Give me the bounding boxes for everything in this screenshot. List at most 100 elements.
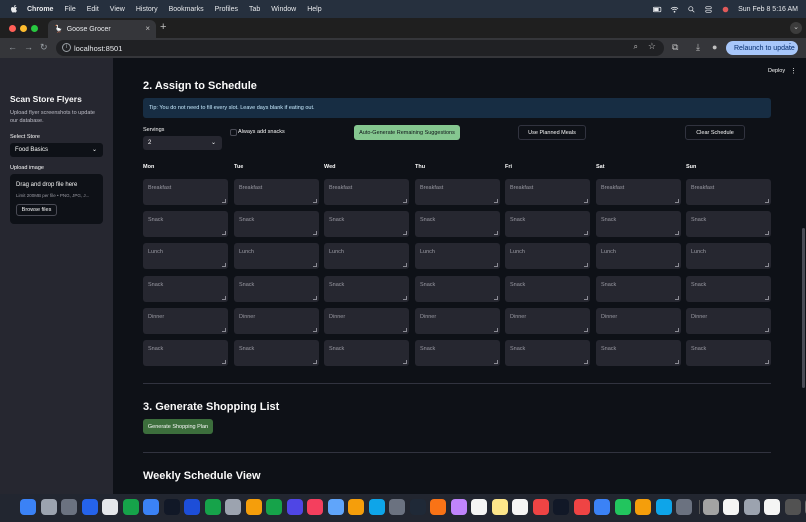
resize-handle-icon[interactable] xyxy=(584,360,588,364)
menu-profiles[interactable]: Profiles xyxy=(215,6,238,13)
menu-file[interactable]: File xyxy=(64,6,75,13)
dock-app-icon[interactable] xyxy=(635,499,651,515)
dock-app-icon[interactable] xyxy=(784,499,801,515)
menu-edit[interactable]: Edit xyxy=(87,6,99,13)
resize-handle-icon[interactable] xyxy=(765,199,769,203)
resize-handle-icon[interactable] xyxy=(403,328,407,332)
dock-app-icon[interactable] xyxy=(491,499,508,515)
servings-select[interactable]: 2 ⌄ xyxy=(143,136,222,150)
resize-handle-icon[interactable] xyxy=(494,263,498,267)
meal-textarea[interactable]: Snack xyxy=(415,211,500,237)
dock-app-icon[interactable] xyxy=(655,499,672,515)
meal-textarea[interactable]: Snack xyxy=(324,211,409,237)
meal-textarea[interactable]: Lunch xyxy=(686,243,771,269)
dock-app-icon[interactable] xyxy=(614,499,631,515)
meal-textarea[interactable]: Lunch xyxy=(234,243,319,269)
meal-textarea[interactable]: Dinner xyxy=(234,308,319,334)
meal-textarea[interactable]: Dinner xyxy=(686,308,771,334)
resize-handle-icon[interactable] xyxy=(313,360,317,364)
meal-textarea[interactable]: Snack xyxy=(596,340,681,366)
meal-textarea[interactable]: Dinner xyxy=(324,308,409,334)
forward-icon[interactable]: → xyxy=(24,42,33,52)
app-menu-icon[interactable]: ⋮ xyxy=(790,67,797,75)
generate-shopping-plan-button[interactable]: Generate Shopping Plan xyxy=(143,419,213,434)
meal-textarea[interactable]: Lunch xyxy=(324,243,409,269)
always-add-snacks-checkbox[interactable] xyxy=(230,129,237,136)
dock-app-icon[interactable] xyxy=(450,499,467,515)
tab-search-icon[interactable]: ⌄ xyxy=(790,22,802,34)
store-select[interactable]: Food Basics ⌄ xyxy=(10,143,103,157)
dock-app-icon[interactable] xyxy=(143,499,159,515)
wifi-icon[interactable] xyxy=(670,6,679,13)
dock-app-icon[interactable] xyxy=(307,499,323,515)
browser-tab[interactable]: 🪿 Goose Grocer × xyxy=(48,20,156,38)
reload-icon[interactable]: ↻ xyxy=(40,42,48,53)
clear-schedule-button[interactable]: Clear Schedule xyxy=(685,125,745,140)
dock-app-icon[interactable] xyxy=(266,499,282,515)
menu-history[interactable]: History xyxy=(136,6,158,13)
menu-view[interactable]: View xyxy=(110,6,125,13)
zoom-window-icon[interactable] xyxy=(31,25,38,32)
resize-handle-icon[interactable] xyxy=(675,263,679,267)
dock-app-icon[interactable] xyxy=(286,499,303,515)
battery-icon[interactable] xyxy=(653,6,662,13)
resize-handle-icon[interactable] xyxy=(494,360,498,364)
dock-app-icon[interactable] xyxy=(20,499,36,515)
meal-textarea[interactable]: Lunch xyxy=(505,243,590,269)
menu-window[interactable]: Window xyxy=(271,6,296,13)
new-tab-icon[interactable]: + xyxy=(160,21,166,33)
dock-app-icon[interactable] xyxy=(348,499,364,515)
resize-handle-icon[interactable] xyxy=(313,328,317,332)
dock-app-icon[interactable] xyxy=(723,499,739,515)
resize-handle-icon[interactable] xyxy=(494,296,498,300)
meal-textarea[interactable]: Breakfast xyxy=(686,179,771,205)
meal-textarea[interactable]: Snack xyxy=(234,211,319,237)
address-bar[interactable]: i localhost:8501 ⌕ ☆ xyxy=(56,40,664,56)
resize-handle-icon[interactable] xyxy=(403,360,407,364)
close-window-icon[interactable] xyxy=(9,25,16,32)
meal-textarea[interactable]: Snack xyxy=(324,340,409,366)
apple-icon[interactable] xyxy=(9,4,19,14)
meal-textarea[interactable]: Snack xyxy=(415,276,500,302)
resize-handle-icon[interactable] xyxy=(313,263,317,267)
dock-app-icon[interactable] xyxy=(743,499,760,515)
resize-handle-icon[interactable] xyxy=(494,231,498,235)
resize-handle-icon[interactable] xyxy=(584,231,588,235)
download-icon[interactable]: ⤓ xyxy=(696,42,700,53)
dock-app-icon[interactable] xyxy=(389,499,405,515)
resize-handle-icon[interactable] xyxy=(584,328,588,332)
resize-handle-icon[interactable] xyxy=(494,328,498,332)
dock-app-icon[interactable] xyxy=(702,499,719,515)
meal-textarea[interactable]: Snack xyxy=(415,340,500,366)
dock-app-icon[interactable] xyxy=(81,499,98,515)
menu-help[interactable]: Help xyxy=(307,6,321,13)
meal-textarea[interactable]: Snack xyxy=(686,276,771,302)
zoom-icon[interactable]: ⌕ xyxy=(634,42,638,52)
meal-textarea[interactable]: Snack xyxy=(686,340,771,366)
dock-app-icon[interactable] xyxy=(327,499,344,515)
resize-handle-icon[interactable] xyxy=(313,296,317,300)
meal-textarea[interactable]: Snack xyxy=(143,340,228,366)
resize-handle-icon[interactable] xyxy=(765,328,769,332)
profile-avatar-icon[interactable]: ● xyxy=(712,42,717,52)
dock-app-icon[interactable] xyxy=(553,499,569,515)
resize-handle-icon[interactable] xyxy=(765,360,769,364)
dock-app-icon[interactable] xyxy=(409,499,426,515)
deploy-button[interactable]: Deploy xyxy=(768,68,785,74)
meal-textarea[interactable]: Lunch xyxy=(596,243,681,269)
resize-handle-icon[interactable] xyxy=(222,296,226,300)
control-center-icon[interactable] xyxy=(704,5,713,13)
dock-app-icon[interactable] xyxy=(512,499,528,515)
auto-generate-button[interactable]: Auto-Generate Remaining Suggestions xyxy=(354,125,460,140)
meal-textarea[interactable]: Snack xyxy=(234,276,319,302)
meal-textarea[interactable]: Snack xyxy=(234,340,319,366)
resize-handle-icon[interactable] xyxy=(222,199,226,203)
dock-app-icon[interactable] xyxy=(40,499,57,515)
meal-textarea[interactable]: Breakfast xyxy=(415,179,500,205)
resize-handle-icon[interactable] xyxy=(765,296,769,300)
resize-handle-icon[interactable] xyxy=(403,199,407,203)
resize-handle-icon[interactable] xyxy=(584,263,588,267)
bookmark-star-icon[interactable]: ☆ xyxy=(648,41,656,52)
menu-bookmarks[interactable]: Bookmarks xyxy=(169,6,204,13)
resize-handle-icon[interactable] xyxy=(222,328,226,332)
